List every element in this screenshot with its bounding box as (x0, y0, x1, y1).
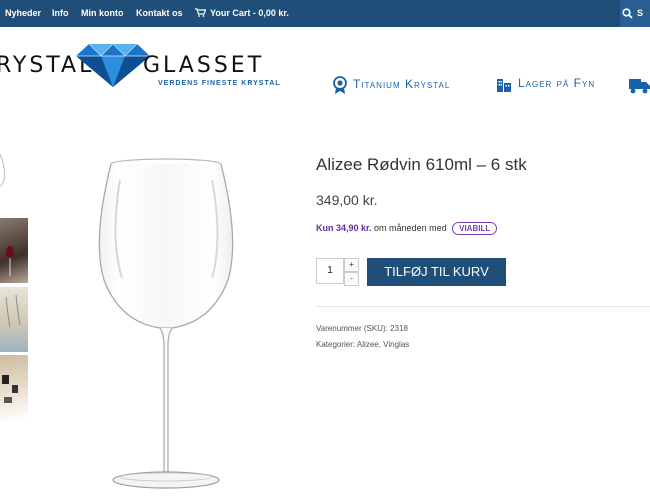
categories-line: Kategorier: Alizee, Vinglas (316, 340, 409, 349)
thumbnail-3[interactable] (0, 287, 28, 352)
site-logo[interactable]: RYSTAL GLASSET VERDENS FINESTE KRYSTAL (0, 40, 300, 100)
truck-icon (629, 79, 650, 94)
cart-link[interactable]: Your Cart - 0,00 kr. (195, 0, 289, 27)
viabill-badge[interactable]: VIABILL (452, 222, 498, 235)
feature-lager: Lager på Fyn (496, 76, 595, 92)
feature-titanium-label: Titanium Krystal (353, 77, 451, 92)
categories-label: Kategorier: (316, 340, 356, 349)
divider (316, 306, 650, 307)
sku-value: 2318 (390, 324, 408, 333)
viabill-amount: Kun 34,90 kr. (316, 223, 372, 233)
cart-icon (195, 8, 207, 17)
product-price: 349,00 kr. (316, 192, 378, 208)
quantity-stepper: + - (344, 258, 359, 286)
viabill-text: om måneden med (374, 223, 447, 233)
product-image[interactable] (80, 150, 260, 500)
add-to-cart-button[interactable]: TILFØJ TIL KURV (367, 258, 506, 286)
top-bar: Nyheder Info Min konto Kontakt os Your C… (0, 0, 650, 27)
nav-min-konto[interactable]: Min konto (81, 0, 124, 27)
search-label: S (637, 8, 644, 18)
nav-info[interactable]: Info (52, 0, 69, 27)
logo-tagline: VERDENS FINESTE KRYSTAL (158, 80, 281, 87)
thumbnail-1[interactable] (0, 150, 28, 212)
category-link-alizee[interactable]: Alizee (357, 340, 379, 349)
quantity-input[interactable]: 1 (316, 258, 344, 284)
feature-titanium: Titanium Krystal (333, 76, 450, 94)
sku-line: Varenummer (SKU): 2318 (316, 324, 408, 333)
search-button[interactable]: S (620, 0, 650, 27)
category-link-vinglas[interactable]: Vinglas (383, 340, 409, 349)
product-title: Alizee Rødvin 610ml – 6 stk (316, 155, 527, 174)
logo-text-right: GLASSET (143, 53, 265, 78)
thumbnail-4[interactable] (0, 355, 28, 420)
sku-label: Varenummer (SKU): (316, 324, 388, 333)
warehouse-icon (497, 79, 511, 92)
nav-kontakt-os[interactable]: Kontakt os (136, 0, 183, 27)
viabill-line: Kun 34,90 kr. om måneden med VIABILL (316, 222, 498, 235)
medal-icon (333, 76, 347, 94)
nav-nyheder[interactable]: Nyheder (5, 0, 41, 27)
cart-label: Your Cart - 0,00 kr. (210, 8, 289, 18)
thumbnail-2[interactable] (0, 218, 28, 283)
quantity-decrease-button[interactable]: - (344, 272, 359, 286)
quantity-increase-button[interactable]: + (344, 258, 359, 272)
search-icon (622, 8, 633, 19)
diamond-icon (76, 43, 150, 87)
feature-lager-label: Lager på Fyn (518, 76, 596, 91)
